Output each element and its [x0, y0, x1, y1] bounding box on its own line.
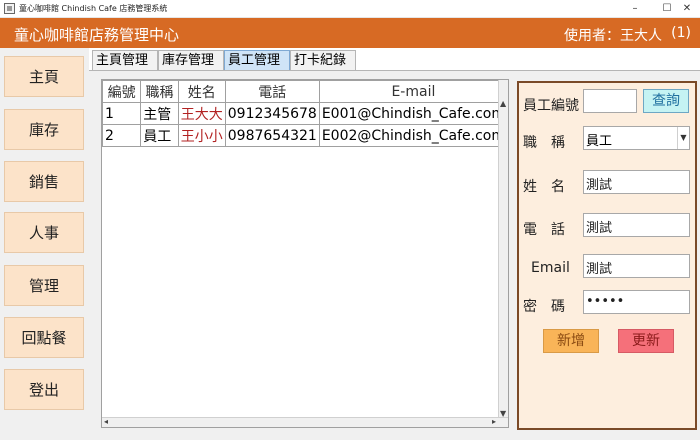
employee-id-input[interactable] — [583, 89, 637, 113]
minimize-icon[interactable]: – — [618, 0, 652, 18]
job-title-label: 職 稱 — [523, 135, 565, 151]
cell-name: 王小小 — [177, 124, 226, 147]
cell-title: 主管 — [140, 102, 179, 125]
close-icon[interactable]: ✕ — [670, 0, 700, 18]
cell-id: 2 — [101, 124, 142, 147]
name-label: 姓 名 — [523, 179, 565, 195]
tab-inventory-management[interactable]: 庫存管理 — [158, 50, 224, 70]
nav-inventory-button[interactable]: 庫存 — [4, 109, 84, 150]
add-button[interactable]: 新增 — [543, 329, 599, 353]
password-label: 密 碼 — [523, 299, 565, 315]
nav-personnel-button[interactable]: 人事 — [4, 212, 84, 253]
tab-divider — [89, 70, 700, 71]
cell-title: 員工 — [140, 124, 179, 147]
notification-count: (1) — [671, 25, 691, 41]
table-header-row: 編號 職稱 姓名 電話 E-mail — [101, 80, 509, 103]
current-user-label: 使用者：王大人 — [564, 28, 662, 44]
nav-home-button[interactable]: 主頁 — [4, 56, 84, 97]
tab-home-management[interactable]: 主頁管理 — [92, 50, 158, 70]
sidebar-nav: 主頁 庫存 銷售 人事 管理 回點餐 登出 — [0, 48, 89, 440]
scroll-right-icon[interactable]: ▸ — [492, 417, 496, 426]
column-header-email[interactable]: E-mail — [318, 80, 509, 103]
nav-sales-button[interactable]: 銷售 — [4, 161, 84, 202]
password-input[interactable]: ••••• — [583, 290, 690, 314]
cell-email: E001@Chindish_Cafe.com — [318, 102, 509, 125]
employee-id-label: 員工編號 — [523, 98, 579, 114]
app-title: 童心咖啡館店務管理中心 — [14, 26, 180, 44]
job-title-value: 員工 — [586, 134, 613, 149]
cell-phone: 0987654321 — [224, 124, 320, 147]
scroll-left-icon[interactable]: ◂ — [104, 417, 108, 426]
app-icon — [4, 3, 15, 14]
table-vertical-scrollbar[interactable]: ▲ ▼ — [498, 80, 508, 418]
nav-admin-button[interactable]: 管理 — [4, 265, 84, 306]
employee-table: 編號 職稱 姓名 電話 E-mail 1 主管 王大大 0912345678 E… — [101, 80, 509, 147]
scroll-up-icon[interactable]: ▲ — [500, 99, 506, 108]
cell-id: 1 — [101, 102, 142, 125]
cell-email: E002@Chindish_Cafe.com — [318, 124, 509, 147]
name-input[interactable]: 測試 — [583, 170, 690, 194]
nav-logout-button[interactable]: 登出 — [4, 369, 84, 410]
chevron-down-icon[interactable]: ▼ — [677, 127, 689, 149]
column-header-title[interactable]: 職稱 — [140, 80, 179, 103]
employee-edit-form: 員工編號 查詢 職 稱 員工 ▼ 姓 名 測試 電 話 測試 Email 測試 … — [517, 81, 697, 430]
table-horizontal-scrollbar[interactable]: ◂ ▸ — [102, 417, 508, 427]
tab-clock-records[interactable]: 打卡紀錄 — [290, 50, 356, 70]
table-row[interactable]: 1 主管 王大大 0912345678 E001@Chindish_Cafe.c… — [101, 102, 509, 125]
table-row[interactable]: 2 員工 王小小 0987654321 E002@Chindish_Cafe.c… — [101, 124, 509, 147]
column-header-phone[interactable]: 電話 — [224, 80, 320, 103]
email-input[interactable]: 測試 — [583, 254, 690, 278]
email-label: Email — [531, 260, 570, 276]
nav-ordering-button[interactable]: 回點餐 — [4, 317, 84, 358]
employee-table-panel: 編號 職稱 姓名 電話 E-mail 1 主管 王大大 0912345678 E… — [101, 79, 509, 428]
cell-phone: 0912345678 — [224, 102, 320, 125]
cell-name: 王大大 — [177, 102, 226, 125]
window-titlebar: 童心咖啡館 Chindish Cafe 店務管理系統 – ☐ ✕ — [0, 0, 700, 18]
window-title: 童心咖啡館 Chindish Cafe 店務管理系統 — [19, 4, 168, 13]
query-button[interactable]: 查詢 — [643, 89, 689, 113]
column-header-id[interactable]: 編號 — [101, 80, 142, 103]
column-header-name[interactable]: 姓名 — [177, 80, 226, 103]
job-title-select[interactable]: 員工 ▼ — [583, 126, 690, 150]
tab-employee-management[interactable]: 員工管理 — [224, 50, 290, 70]
update-button[interactable]: 更新 — [618, 329, 674, 353]
phone-label: 電 話 — [523, 222, 565, 238]
app-header: 童心咖啡館店務管理中心 使用者：王大人 (1) — [0, 18, 700, 48]
phone-input[interactable]: 測試 — [583, 213, 690, 237]
